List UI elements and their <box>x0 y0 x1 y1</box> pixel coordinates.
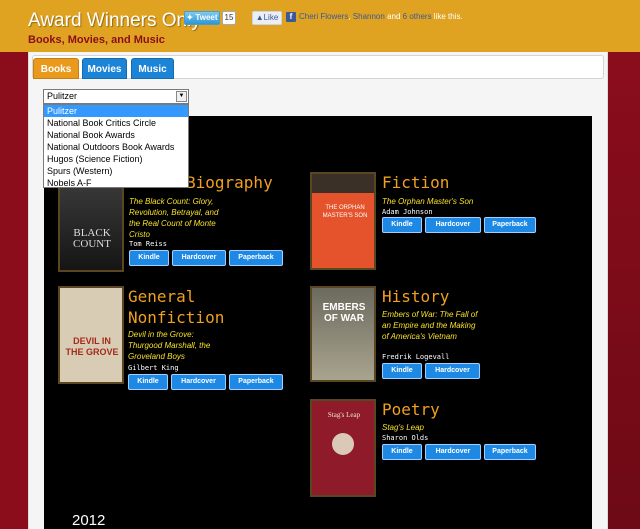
kindle-button-fiction[interactable]: Kindle <box>382 217 422 233</box>
award-select-value: Pulitzer <box>47 91 78 101</box>
kindle-button-poetry[interactable]: Kindle <box>382 444 422 460</box>
book-author-poetry: Sharon Olds <box>382 434 429 442</box>
kindle-button-biography[interactable]: Kindle <box>129 250 169 266</box>
hardcover-button-poetry[interactable]: Hardcover <box>425 444 481 460</box>
like-label: Like <box>263 13 279 22</box>
like-others-link[interactable]: 6 others <box>403 12 432 21</box>
book-title-history[interactable]: Embers of War: The Fall of an Empire and… <box>382 309 482 342</box>
paperback-button-poetry[interactable]: Paperback <box>484 444 536 460</box>
like-friend-link-2[interactable]: Shannon <box>353 12 385 21</box>
facebook-like-button[interactable]: ▲Like <box>252 11 282 25</box>
year-heading: 2012 <box>72 512 106 529</box>
kindle-button-general-nonfiction[interactable]: Kindle <box>128 374 168 390</box>
hardcover-button-fiction[interactable]: Hardcover <box>425 217 481 233</box>
award-option-spurs[interactable]: Spurs (Western) <box>44 165 188 177</box>
book-author-general-nonfiction: Gilbert King <box>128 364 179 372</box>
paperback-button-general-nonfiction[interactable]: Paperback <box>229 374 283 390</box>
site-title[interactable]: Award Winners Only <box>28 10 201 32</box>
tab-movies[interactable]: Movies <box>82 58 127 79</box>
cover-text-biography: BLACK COUNT <box>73 227 111 250</box>
tab-books[interactable]: Books <box>33 58 79 79</box>
award-option-nba[interactable]: National Book Awards <box>44 129 188 141</box>
book-cover-poetry[interactable]: Stag's Leap <box>310 399 376 497</box>
category-history: History <box>382 287 450 306</box>
category-fiction: Fiction <box>382 173 450 192</box>
book-title-biography[interactable]: The Black Count: Glory, Revolution, Betr… <box>129 196 229 240</box>
award-option-outdoors[interactable]: National Outdoors Book Awards <box>44 141 188 153</box>
paperback-button-biography[interactable]: Paperback <box>229 250 283 266</box>
thumbs-up-icon: ▲ <box>255 13 264 22</box>
twitter-bird-icon: ✦ <box>186 13 194 22</box>
cover-emblem-poetry <box>332 433 354 455</box>
book-author-history: Fredrik Logevall <box>382 353 450 361</box>
right-gutter <box>608 52 640 529</box>
hardcover-button-history[interactable]: Hardcover <box>425 363 480 379</box>
tweet-button[interactable]: ✦ Tweet <box>184 11 220 25</box>
like-friend-link[interactable]: Cheri Flowers <box>299 12 348 21</box>
hardcover-button-general-nonfiction[interactable]: Hardcover <box>171 374 226 390</box>
hardcover-button-biography[interactable]: Hardcover <box>172 250 226 266</box>
chevron-down-icon[interactable]: ▼ <box>176 91 187 102</box>
award-select[interactable]: Pulitzer ▼ <box>43 89 189 104</box>
book-author-biography: Tom Reiss <box>129 240 167 248</box>
facebook-icon: f <box>286 12 296 22</box>
book-title-poetry[interactable]: Stag's Leap <box>382 422 492 433</box>
like-and: and <box>387 12 401 21</box>
category-poetry: Poetry <box>382 400 440 419</box>
site-subtitle: Books, Movies, and Music <box>28 34 165 46</box>
category-biography: Biography <box>186 173 273 192</box>
like-social-text: Cheri Flowers, Shannon and 6 others like… <box>299 12 463 21</box>
tab-music[interactable]: Music <box>131 58 174 79</box>
award-option-nobels[interactable]: Nobels A-F <box>44 177 188 189</box>
book-cover-history[interactable]: EMBERS OF WAR <box>310 286 376 382</box>
book-author-fiction: Adam Johnson <box>382 208 433 216</box>
tweet-count: 15 <box>222 11 236 25</box>
award-option-hugos[interactable]: Hugos (Science Fiction) <box>44 153 188 165</box>
cover-text-fiction: THE ORPHAN MASTER'S SON <box>322 205 368 219</box>
book-title-general-nonfiction[interactable]: Devil in the Grove: Thurgood Marshall, t… <box>128 329 228 362</box>
award-option-nbcc[interactable]: National Book Critics Circle <box>44 117 188 129</box>
like-suffix: like this. <box>433 12 463 21</box>
kindle-button-history[interactable]: Kindle <box>382 363 422 379</box>
category-general-nonfiction-line1: General <box>128 287 196 306</box>
cover-text-general-nonfiction: DEVIL IN THE GROVE <box>65 336 119 357</box>
award-dropdown-list: Pulitzer National Book Critics Circle Na… <box>43 104 189 188</box>
award-option-pulitzer[interactable]: Pulitzer <box>44 105 188 117</box>
cover-text-poetry: Stag's Leap <box>327 411 361 419</box>
category-general-nonfiction-line2: Nonfiction <box>128 308 225 327</box>
book-cover-general-nonfiction[interactable]: DEVIL IN THE GROVE <box>58 286 124 384</box>
book-cover-fiction[interactable]: THE ORPHAN MASTER'S SON <box>310 172 376 270</box>
paperback-button-fiction[interactable]: Paperback <box>484 217 536 233</box>
cover-text-history: EMBERS OF WAR <box>322 302 366 324</box>
tweet-label: Tweet <box>195 13 218 22</box>
book-title-fiction[interactable]: The Orphan Master's Son <box>382 196 492 207</box>
